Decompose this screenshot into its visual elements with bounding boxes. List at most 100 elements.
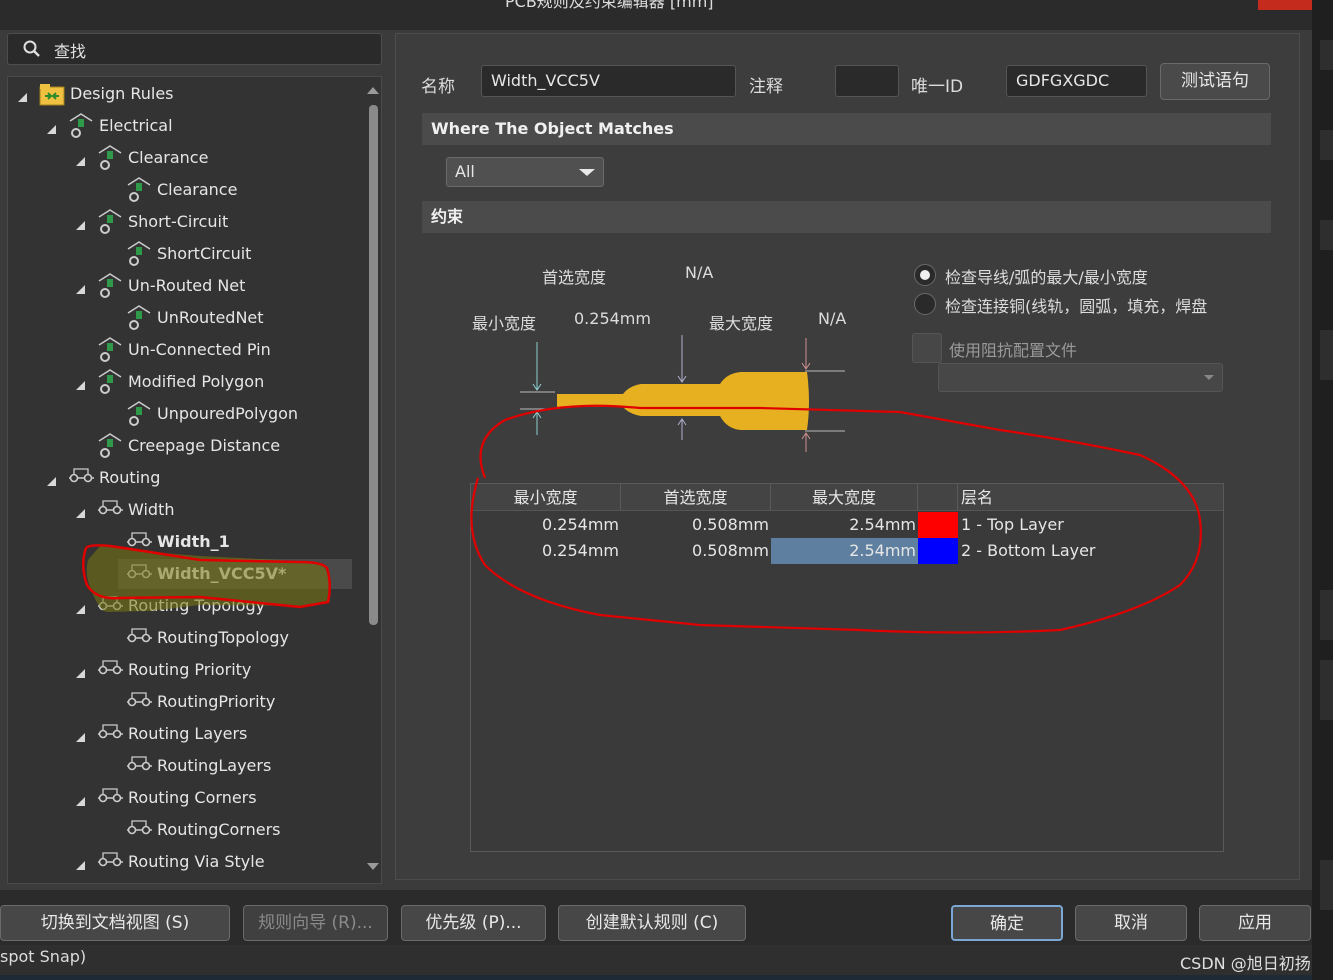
max-width-cell[interactable]: 2.54mm [771, 538, 918, 564]
apply-button[interactable]: 应用 [1199, 905, 1311, 941]
tree-item[interactable]: Routing Via Style [8, 847, 358, 877]
tree-item[interactable]: Routing Corners [8, 783, 358, 813]
scroll-thumb[interactable] [369, 105, 378, 625]
routing-icon [98, 500, 123, 515]
tree-item[interactable]: Design Rules [8, 79, 358, 109]
tree-item-label: Electrical [99, 116, 173, 135]
expand-arrow-icon[interactable] [47, 477, 56, 486]
cancel-button[interactable]: 取消 [1075, 905, 1187, 941]
check-connected-copper-label: 检查连接铜(线轨，圆弧，填充，焊盘 [945, 297, 1208, 316]
tree-item[interactable]: Routing [8, 463, 358, 493]
tree-item[interactable]: Creepage Distance [8, 431, 358, 461]
scroll-down-icon[interactable] [367, 863, 379, 870]
constraints-section-header: 约束 [422, 201, 1271, 233]
expand-arrow-icon[interactable] [76, 509, 85, 518]
tree-item[interactable]: Clearance [8, 175, 358, 205]
tree-item[interactable]: UnpouredPolygon [8, 399, 358, 429]
column-header-color [918, 484, 958, 510]
column-header-layer[interactable]: 层名 [958, 484, 1223, 510]
check-track-width-radio[interactable] [914, 264, 936, 286]
chevron-down-icon [579, 169, 595, 176]
tree-item[interactable]: Un-Connected Pin [8, 335, 358, 365]
max-width-value[interactable]: N/A [818, 309, 846, 328]
search-icon [23, 40, 40, 57]
unique-id-field[interactable]: GDFGXGDC [1006, 65, 1147, 97]
tree-item[interactable]: RoutingLayers [8, 751, 358, 781]
tree-item-label: UnRoutedNet [157, 308, 264, 327]
scope-value: All [455, 162, 475, 181]
priority-button[interactable]: 优先级 (P)... [401, 905, 546, 941]
tree-item-label: Width [128, 500, 175, 519]
tree-item[interactable]: Un-Routed Net [8, 271, 358, 301]
ok-button[interactable]: 确定 [951, 905, 1063, 941]
layer-name-cell[interactable]: 1 - Top Layer [961, 512, 1221, 538]
check-connected-copper-radio[interactable] [914, 293, 936, 315]
expand-arrow-icon[interactable] [47, 125, 56, 134]
tree-item-label: RoutingLayers [157, 756, 272, 775]
scroll-up-icon[interactable] [367, 87, 379, 94]
expand-arrow-icon[interactable] [76, 285, 85, 294]
tree-item[interactable]: ShortCircuit [8, 239, 358, 269]
search-box[interactable]: 查找 [7, 33, 382, 65]
tree-item[interactable]: Modified Polygon [8, 367, 358, 397]
column-header-max[interactable]: 最大宽度 [771, 484, 918, 510]
expand-arrow-icon[interactable] [76, 221, 85, 230]
column-header-min[interactable]: 最小宽度 [471, 484, 621, 510]
design-rules-icon [39, 84, 65, 106]
rule-tree[interactable]: Design Rules Electrical Clearance Clearance… [7, 76, 382, 884]
switch-document-view-button[interactable]: 切换到文档视图 (S) [0, 905, 230, 941]
rule-wizard-button[interactable]: 规则向导 (R)... [243, 905, 388, 941]
close-button[interactable] [1258, 0, 1312, 10]
expand-arrow-icon[interactable] [76, 381, 85, 390]
watermark-text: CSDN @旭日初扬 [1180, 954, 1311, 973]
expand-arrow-icon[interactable] [76, 797, 85, 806]
tree-item-label: UnpouredPolygon [157, 404, 299, 423]
tree-item[interactable]: RoutingCorners [8, 815, 358, 845]
comment-field[interactable] [835, 65, 899, 97]
min-width-cell[interactable]: 0.254mm [471, 538, 621, 564]
tree-item[interactable]: Electrical [8, 111, 358, 141]
tree-scrollbar[interactable] [366, 81, 379, 879]
rule-type-icon [98, 273, 122, 298]
expand-arrow-icon[interactable] [76, 157, 85, 166]
preferred-width-value[interactable]: N/A [685, 263, 713, 282]
name-field[interactable]: Width_VCC5V [481, 65, 736, 97]
tree-item[interactable]: Routing Topology [8, 591, 358, 621]
tree-item[interactable]: Clearance [8, 143, 358, 173]
routing-rule-icon [127, 756, 152, 771]
preferred-width-cell[interactable]: 0.508mm [621, 512, 771, 538]
tree-item[interactable]: Routing Layers [8, 719, 358, 749]
tree-item[interactable]: RoutingPriority [8, 687, 358, 717]
tree-item[interactable]: Short-Circuit [8, 207, 358, 237]
expand-arrow-icon[interactable] [76, 733, 85, 742]
rule-type-icon [98, 337, 122, 362]
unique-id-label: 唯一ID [911, 77, 964, 97]
layer-color-swatch [918, 538, 958, 564]
tree-item[interactable]: Routing Priority [8, 655, 358, 685]
scope-dropdown[interactable]: All [446, 157, 604, 187]
impedance-profile-dropdown[interactable] [938, 363, 1223, 392]
impedance-profile-checkbox[interactable] [912, 333, 942, 363]
routing-icon [98, 660, 123, 675]
tree-item[interactable]: RoutingTopology [8, 623, 358, 653]
expand-arrow-icon[interactable] [18, 93, 27, 102]
tree-item[interactable]: Width_1 [8, 527, 358, 557]
min-width-value[interactable]: 0.254mm [574, 309, 651, 328]
title-bar: PCB规则及约束编辑器 [mm] [0, 0, 1333, 30]
tree-item[interactable]: Width_VCC5V* [118, 559, 352, 589]
expand-arrow-icon[interactable] [76, 669, 85, 678]
max-width-cell[interactable]: 2.54mm [771, 512, 918, 538]
tree-item[interactable]: UnRoutedNet [8, 303, 358, 333]
layer-width-table[interactable]: 最小宽度 首选宽度 最大宽度 层名 0.254mm 0.508mm 2.54mm 1 … [470, 483, 1224, 852]
layer-name-cell[interactable]: 2 - Bottom Layer [961, 538, 1221, 564]
rule-type-icon [98, 145, 122, 170]
preferred-width-cell[interactable]: 0.508mm [621, 538, 771, 564]
column-header-preferred[interactable]: 首选宽度 [621, 484, 771, 510]
search-input[interactable]: 查找 [54, 38, 86, 62]
min-width-cell[interactable]: 0.254mm [471, 512, 621, 538]
create-default-rules-button[interactable]: 创建默认规则 (C) [558, 905, 746, 941]
expand-arrow-icon[interactable] [76, 605, 85, 614]
expand-arrow-icon[interactable] [76, 861, 85, 870]
test-query-button[interactable]: 测试语句 [1160, 63, 1270, 100]
tree-item[interactable]: Width [8, 495, 358, 525]
